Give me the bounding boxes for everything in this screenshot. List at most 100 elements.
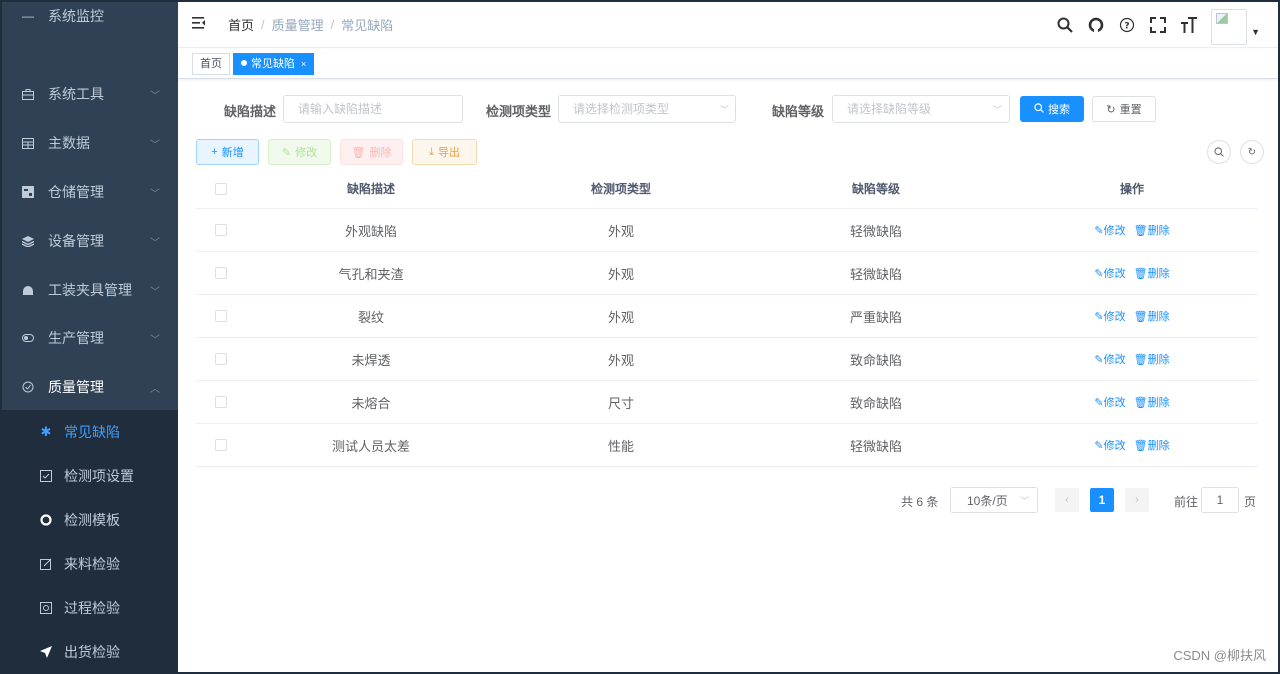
navbar: 首页 / 质量管理 / 常见缺陷 ? ▼ [178, 2, 1278, 48]
desc-input[interactable] [283, 95, 463, 123]
monitor-icon: — [22, 9, 34, 23]
send-icon [38, 646, 54, 658]
row-delete-link[interactable]: 🗑删除 [1134, 265, 1170, 281]
sidebar-item-fixtures[interactable]: 工装夹具管理 ﹀ [2, 266, 178, 314]
row-edit-link[interactable]: ✎修改 [1094, 351, 1125, 367]
sidebar-item-production[interactable]: 生产管理 ﹀ [2, 314, 178, 362]
type-select[interactable] [558, 95, 736, 123]
delete-button[interactable]: 🗑 删除 [340, 139, 403, 165]
trash-icon: 🗑 [351, 146, 366, 159]
row-edit-link[interactable]: ✎修改 [1094, 265, 1125, 281]
avatar[interactable] [1211, 9, 1248, 45]
sidebar-item-warehouse[interactable]: 仓储管理 ﹀ [2, 168, 178, 216]
download-icon: ⤓ [429, 145, 434, 158]
search-icon [1034, 102, 1044, 116]
tag-home[interactable]: 首页 [192, 53, 230, 75]
edit-button[interactable]: ✎ 修改 [268, 139, 331, 165]
cell-level: 轻微缺陷 [849, 223, 902, 239]
row-edit-link[interactable]: ✎修改 [1094, 437, 1125, 453]
refresh-icon: ↻ [1106, 103, 1116, 116]
question-icon[interactable]: ? [1118, 16, 1136, 34]
column-header: 缺陷描述 [346, 182, 395, 196]
sidebar-item-incoming-inspection[interactable]: 来料检验 [2, 542, 178, 586]
row-delete-link[interactable]: 🗑删除 [1134, 351, 1170, 367]
row-checkbox[interactable] [215, 353, 227, 365]
row-delete-link[interactable]: 🗑删除 [1134, 394, 1170, 410]
checkbox-icon [38, 470, 54, 482]
table-row: 测试人员太差 性能 轻微缺陷 ✎修改 🗑删除 [196, 424, 1258, 467]
row-delete-link[interactable]: 🗑删除 [1134, 308, 1170, 324]
level-label: 缺陷等级 [772, 104, 825, 119]
cell-desc: 未焊透 [351, 352, 391, 368]
row-checkbox[interactable] [215, 267, 227, 279]
breadcrumb-home[interactable]: 首页 [228, 15, 254, 34]
select-all-checkbox[interactable] [215, 182, 227, 195]
sidebar-item-quality[interactable]: 质量管理 ︿ [2, 363, 178, 411]
next-page-button[interactable]: › [1125, 488, 1149, 512]
page-size-select[interactable]: 10条/页 ﹀ [950, 487, 1038, 513]
row-edit-link[interactable]: ✎修改 [1094, 222, 1125, 238]
row-edit-link[interactable]: ✎修改 [1094, 308, 1125, 324]
export-button[interactable]: ⤓ 导出 [412, 139, 477, 165]
chevron-down-icon: ﹀ [993, 105, 1003, 115]
chevron-down-icon: ﹀ [720, 105, 730, 115]
font-size-icon[interactable] [1180, 16, 1198, 34]
search-toggle-button[interactable] [1207, 140, 1231, 164]
caret-down-icon[interactable]: ▼ [1251, 27, 1260, 37]
sidebar: — 系统监控 系统工具 ﹀ 主数据 ﹀ 仓储管理 ﹀ 设备管理 ﹀ 工装夹具管理… [2, 2, 178, 672]
hamburger-icon[interactable] [192, 16, 208, 34]
sidebar-item-system-tools[interactable]: 系统工具 ﹀ [2, 70, 178, 118]
sidebar-item-inspection-template[interactable]: 检测模板 [2, 498, 178, 542]
sidebar-item-shipping-inspection[interactable]: 出货检验 [2, 630, 178, 672]
chevron-down-icon: ﹀ [150, 90, 160, 102]
row-edit-link[interactable]: ✎修改 [1094, 394, 1125, 410]
cell-level: 致命缺陷 [849, 352, 902, 368]
level-select[interactable] [832, 95, 1010, 123]
table-header: 缺陷描述 检测项类型 缺陷等级 操作 [196, 169, 1258, 209]
reset-button[interactable]: ↻ 重置 [1092, 96, 1156, 122]
sidebar-item-process-inspection[interactable]: 过程检验 [2, 586, 178, 630]
close-icon[interactable]: × [301, 59, 306, 69]
row-delete-link[interactable]: 🗑删除 [1134, 437, 1170, 453]
add-button[interactable]: + 新增 [196, 139, 259, 165]
column-header: 缺陷等级 [851, 182, 900, 196]
watermark: CSDN @柳扶风 [1173, 648, 1266, 663]
quality-submenu: ✱ 常见缺陷 检测项设置 检测模板 来料检验 过程检验 出货检验 [2, 410, 178, 672]
sidebar-item-equipment[interactable]: 设备管理 ﹀ [2, 217, 178, 265]
row-delete-link[interactable]: 🗑删除 [1134, 222, 1170, 238]
production-icon [20, 334, 36, 342]
row-checkbox[interactable] [215, 439, 227, 451]
row-checkbox[interactable] [215, 310, 227, 322]
goto-page-input[interactable]: 1 [1201, 487, 1239, 513]
sidebar-item-common-defects[interactable]: ✱ 常见缺陷 [2, 410, 178, 454]
table-row: 未熔合 尺寸 致命缺陷 ✎修改 🗑删除 [196, 381, 1258, 424]
cell-level: 严重缺陷 [849, 309, 902, 325]
cell-type: 外观 [607, 266, 634, 282]
column-header: 检测项类型 [590, 182, 651, 196]
sidebar-item-label: 来料检验 [64, 556, 120, 572]
goto-suffix: 页 [1244, 495, 1257, 509]
plus-icon: + [211, 146, 218, 158]
cell-type: 性能 [607, 438, 634, 454]
chevron-down-icon: ﹀ [150, 334, 160, 346]
refresh-button[interactable]: ↻ [1240, 140, 1264, 164]
sidebar-item-label: 系统工具 [48, 86, 104, 102]
search-icon[interactable] [1056, 16, 1074, 34]
search-button[interactable]: 搜索 [1020, 96, 1084, 122]
sidebar-item-master-data[interactable]: 主数据 ﹀ [2, 119, 178, 167]
github-icon[interactable] [1087, 16, 1105, 34]
chevron-down-icon: ﹀ [150, 237, 160, 249]
quality-icon [20, 381, 36, 393]
row-checkbox[interactable] [215, 396, 227, 408]
cell-desc: 气孔和夹渣 [338, 266, 404, 282]
tag-common-defects[interactable]: 常见缺陷 × [233, 53, 315, 75]
row-checkbox[interactable] [215, 224, 227, 236]
cell-type: 外观 [607, 352, 634, 368]
page-1-button[interactable]: 1 [1090, 488, 1114, 512]
prev-page-button[interactable]: ‹ [1055, 488, 1079, 512]
cell-level: 轻微缺陷 [849, 266, 902, 282]
sidebar-item-label: 检测模板 [64, 512, 120, 528]
sidebar-item-inspection-items[interactable]: 检测项设置 [2, 454, 178, 498]
sidebar-item-system-monitor[interactable]: — 系统监控 [2, 2, 178, 40]
fullscreen-icon[interactable] [1149, 16, 1167, 34]
